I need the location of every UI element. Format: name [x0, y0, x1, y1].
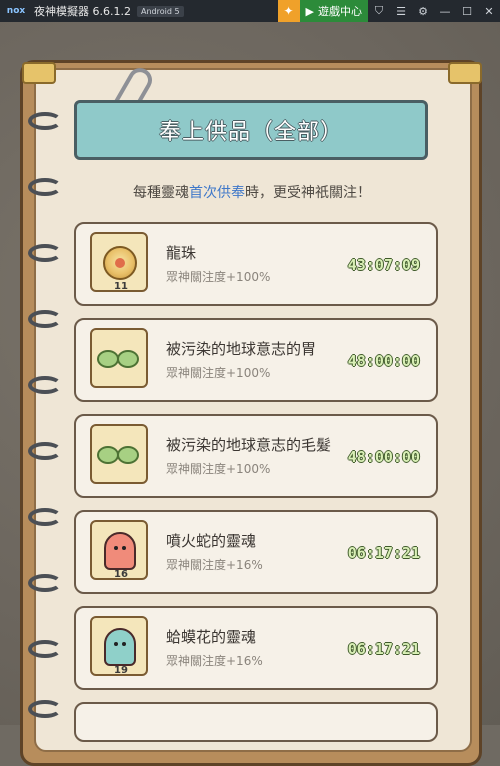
item-bonus: 眾神關注度+100% [166, 366, 271, 380]
binder-ring [28, 640, 62, 658]
shirt-icon[interactable]: ⛉ [368, 0, 390, 22]
binder-ring [28, 376, 62, 394]
item-count: 16 [114, 569, 128, 580]
item-name: 被污染的地球意志的毛髮 [166, 436, 332, 454]
binder-ring [28, 112, 62, 130]
page-title: 奉上供品（全部） [74, 100, 428, 160]
binder-ring [28, 244, 62, 262]
item-count: 19 [114, 665, 128, 676]
window-title: 夜神模擬器 6.6.1.2 [34, 5, 131, 18]
item-name: 龍珠 [166, 244, 197, 262]
binder-ring [28, 574, 62, 592]
emulator-titlebar: nox 夜神模擬器 6.6.1.2 Android 5 ✦ ▶ 遊戲中心 ⛉ ☰… [0, 0, 500, 22]
item-bonus: 眾神關注度+100% [166, 270, 271, 284]
offering-hint: 每種靈魂首次供奉時，更受神祇關注！ [60, 182, 444, 202]
hint-text-post: 時，更受神祇關注！ [245, 185, 371, 201]
corner-tab-left [22, 62, 56, 84]
teal-ghost-icon [104, 628, 136, 666]
minimize-icon[interactable]: — [434, 0, 456, 22]
offering-item[interactable]: 19 蛤蟆花的靈魂 眾神關注度+16% 06:17:21 [74, 606, 438, 690]
orange-badge-icon[interactable]: ✦ [277, 0, 300, 22]
offering-item[interactable]: 被污染的地球意志的毛髮 眾神關注度+100% 48:00:00 [74, 414, 438, 498]
item-icon-frame: 16 [90, 520, 148, 580]
maximize-icon[interactable]: ☐ [456, 0, 478, 22]
item-icon-frame: 19 [90, 616, 148, 676]
corner-tab-right [448, 62, 482, 84]
game-center-button[interactable]: ▶ 遊戲中心 [299, 0, 368, 22]
item-name: 被污染的地球意志的胃 [166, 340, 317, 358]
binder-ring [28, 178, 62, 196]
item-timer: 43:07:09 [347, 256, 420, 274]
item-bonus: 眾神關注度+16% [166, 654, 263, 668]
item-timer: 48:00:00 [347, 352, 420, 370]
item-name: 噴火蛇的靈魂 [166, 532, 257, 550]
offering-item[interactable]: 被污染的地球意志的胃 眾神關注度+100% 48:00:00 [74, 318, 438, 402]
offering-item[interactable]: 16 噴火蛇的靈魂 眾神關注度+16% 06:17:21 [74, 510, 438, 594]
hint-text-pre: 每種靈魂 [133, 185, 189, 201]
play-icon: ▶ [305, 4, 314, 18]
item-icon-frame [90, 424, 148, 484]
offering-item-partial[interactable] [74, 702, 438, 742]
item-icon-frame: 11 [90, 232, 148, 292]
offering-item[interactable]: 11 龍珠 眾神關注度+100% 43:07:09 [74, 222, 438, 306]
item-bonus: 眾神關注度+100% [166, 462, 271, 476]
binder-ring [28, 442, 62, 460]
android-version-badge: Android 5 [136, 5, 184, 17]
item-icon-frame [90, 328, 148, 388]
item-timer: 48:00:00 [347, 448, 420, 466]
close-icon[interactable]: ✕ [478, 0, 500, 22]
gear-icon[interactable]: ⚙ [412, 0, 434, 22]
item-timer: 06:17:21 [347, 640, 420, 658]
hint-highlight: 首次供奉 [189, 185, 245, 201]
dragon-pearl-icon [103, 246, 137, 280]
menu-icon[interactable]: ☰ [390, 0, 412, 22]
item-bonus: 眾神關注度+16% [166, 558, 263, 572]
item-name: 蛤蟆花的靈魂 [166, 628, 257, 646]
binder-ring [28, 310, 62, 328]
item-count: 11 [114, 281, 128, 292]
binder-ring [28, 508, 62, 526]
game-center-label: 遊戲中心 [318, 5, 362, 18]
nox-logo: nox [6, 6, 26, 16]
red-ghost-icon [104, 532, 136, 570]
binder-ring [28, 700, 62, 718]
item-timer: 06:17:21 [347, 544, 420, 562]
